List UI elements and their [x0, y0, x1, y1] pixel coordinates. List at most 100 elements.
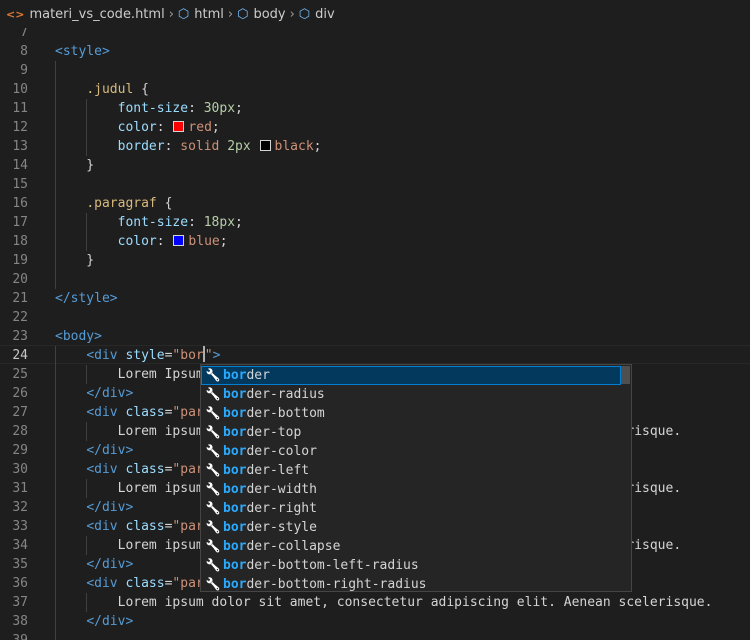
- suggestion-match: bor: [223, 501, 247, 516]
- code-token: Lorem ipsum: [117, 424, 204, 439]
- suggestion-item[interactable]: 🔧 border-radius: [201, 385, 621, 404]
- code-line[interactable]: 20: [0, 270, 750, 289]
- code-text: Lorem ipsum dolor sit amet, consectetur …: [55, 593, 713, 612]
- code-line[interactable]: 39: [0, 631, 750, 640]
- indent-guide: [86, 99, 87, 156]
- code-line[interactable]: 18 color: blue;: [0, 232, 750, 251]
- suggestion-widget[interactable]: 🔧 border 🔧 border-radius 🔧 border-bottom 🔧 bord…: [200, 364, 632, 592]
- code-token: }: [55, 253, 95, 268]
- wrench-icon: 🔧: [205, 558, 221, 572]
- code-token: <style>: [55, 44, 110, 59]
- wrench-icon: 🔧: [205, 387, 221, 401]
- suggestion-label: border-left: [223, 461, 309, 480]
- suggestion-item[interactable]: 🔧 border-color: [201, 442, 621, 461]
- code-token: </div>: [86, 500, 134, 515]
- line-number: 27: [12, 405, 28, 420]
- suggestion-rest: der-bottom-right-radius: [246, 577, 427, 592]
- code-token: </div>: [86, 614, 134, 629]
- line-number: 19: [12, 253, 28, 268]
- suggestion-label: border-bottom-right-radius: [223, 575, 427, 594]
- suggestion-rest: der-bottom: [246, 406, 325, 421]
- code-token: ;: [211, 120, 220, 135]
- code-token: class: [125, 576, 165, 591]
- line-number: 7: [20, 28, 28, 40]
- suggestion-scrollbar[interactable]: [621, 366, 630, 384]
- code-line[interactable]: 9: [0, 61, 750, 80]
- code-token: :: [156, 120, 173, 135]
- code-token: <body>: [55, 329, 102, 344]
- breadcrumb-item-body[interactable]: ⬡ body: [237, 7, 286, 22]
- code-line[interactable]: 21 </style>: [0, 289, 750, 308]
- code-line[interactable]: 17 font-size: 18px;: [0, 213, 750, 232]
- code-token: Lorem Ipsum: [117, 367, 204, 382]
- code-line[interactable]: 13 border: solid 2px black;: [0, 137, 750, 156]
- code-text: color: red;: [55, 118, 220, 137]
- code-line[interactable]: 11 font-size: 30px;: [0, 99, 750, 118]
- breadcrumb: <> materi_vs_code.html › ⬡ html › ⬡ body › ⬡ div: [0, 0, 750, 28]
- code-token: black: [274, 139, 314, 154]
- code-token: </div>: [86, 386, 134, 401]
- suggestion-match: bor: [223, 368, 247, 383]
- suggestion-rest: der-radius: [246, 387, 325, 402]
- code-token: </style>: [55, 291, 118, 306]
- color-swatch-icon[interactable]: [173, 121, 185, 132]
- suggestion-item[interactable]: 🔧 border-bottom-right-radius: [201, 575, 621, 594]
- suggestion-item[interactable]: 🔧 border: [201, 366, 621, 385]
- code-line[interactable]: 19 }: [0, 251, 750, 270]
- chevron-right-icon: ›: [227, 6, 234, 22]
- suggestion-rest: der: [246, 368, 270, 383]
- code-token: style: [125, 348, 165, 363]
- code-line[interactable]: 37 Lorem ipsum dolor sit amet, consectet…: [0, 593, 750, 612]
- suggestion-item[interactable]: 🔧 border-style: [201, 518, 621, 537]
- code-line[interactable]: 24 <div style="bor">: [0, 346, 750, 365]
- code-line[interactable]: 38 </div>: [0, 612, 750, 631]
- line-number: 31: [12, 481, 28, 496]
- chevron-right-icon: ›: [289, 6, 295, 22]
- code-line[interactable]: 7: [0, 28, 750, 42]
- suggestion-item[interactable]: 🔧 border-bottom: [201, 404, 621, 423]
- wrench-icon: 🔧: [205, 539, 221, 553]
- breadcrumb-item-div[interactable]: ⬡ div: [299, 7, 335, 22]
- indent-guide: [86, 213, 87, 251]
- suggestion-label: border: [223, 366, 270, 385]
- line-number: 12: [12, 120, 28, 135]
- code-line[interactable]: 16 .paragraf {: [0, 194, 750, 213]
- line-number: 17: [12, 215, 28, 230]
- suggestion-item[interactable]: 🔧 border-bottom-left-radius: [201, 556, 621, 575]
- line-number: 25: [12, 367, 28, 382]
- code-token: ;: [313, 139, 322, 154]
- breadcrumb-item-html[interactable]: ⬡ html: [178, 7, 224, 22]
- color-swatch-icon[interactable]: [173, 235, 185, 246]
- suggestion-match: bor: [223, 520, 247, 535]
- suggestion-item[interactable]: 🔧 border-left: [201, 461, 621, 480]
- chevron-right-icon: ›: [168, 6, 174, 22]
- code-token: Lorem ipsum: [117, 538, 204, 553]
- code-line[interactable]: 14 }: [0, 156, 750, 175]
- line-number: 35: [12, 557, 28, 572]
- code-token: }: [55, 158, 95, 173]
- suggestion-label: border-bottom-left-radius: [223, 556, 419, 575]
- suggestion-item[interactable]: 🔧 border-top: [201, 423, 621, 442]
- color-swatch-icon[interactable]: [259, 140, 271, 151]
- code-line[interactable]: 8 <style>: [0, 42, 750, 61]
- code-line[interactable]: 15: [0, 175, 750, 194]
- suggestion-match: bor: [223, 463, 247, 478]
- suggestion-rest: der-bottom-left-radius: [246, 558, 419, 573]
- suggestion-item[interactable]: 🔧 border-right: [201, 499, 621, 518]
- code-line[interactable]: 12 color: red;: [0, 118, 750, 137]
- code-line[interactable]: 23 <body>: [0, 327, 750, 346]
- breadcrumb-item-materi-vs-code-html[interactable]: <> materi_vs_code.html: [6, 7, 165, 22]
- line-number: 39: [0, 631, 28, 640]
- suggestion-match: bor: [223, 482, 247, 497]
- code-line[interactable]: 22: [0, 308, 750, 327]
- code-line[interactable]: 10 .judul {: [0, 80, 750, 99]
- suggestion-item[interactable]: 🔧 border-width: [201, 480, 621, 499]
- suggestion-item[interactable]: 🔧 border-collapse: [201, 537, 621, 556]
- breadcrumb-label: materi_vs_code.html: [29, 6, 165, 22]
